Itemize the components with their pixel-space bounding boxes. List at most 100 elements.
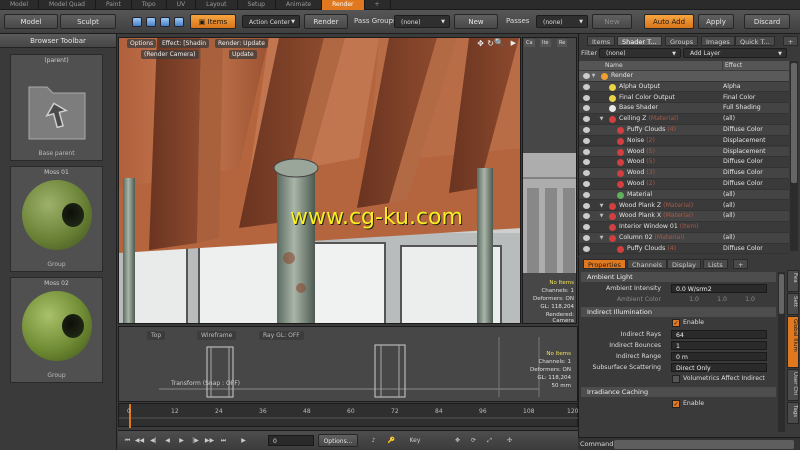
shader-panel-tab-0[interactable]: Items: [587, 36, 616, 46]
shader-panel-tab-4[interactable]: Quick T...: [735, 36, 775, 46]
shader-panel-tab-3[interactable]: Images: [701, 36, 735, 46]
shader-tree-row[interactable]: ▼ Wood Plank X (Material) (all): [579, 211, 789, 223]
transform-tool-icon[interactable]: ✣: [504, 435, 515, 446]
select-vertices-icon[interactable]: [132, 17, 142, 27]
shader-tree-row[interactable]: Wood (5) Diffuse Color: [579, 157, 789, 169]
side-tab-user-channels[interactable]: User Chi: [787, 369, 799, 401]
passes-dropdown[interactable]: (none) ▼: [536, 15, 588, 28]
shader-panel-tab-1[interactable]: Shader T...: [617, 36, 662, 46]
audio-icon[interactable]: ♪: [368, 435, 379, 446]
timeline[interactable]: 0 12 24 36 48 60 72 84 96 108 120: [118, 403, 579, 428]
visibility-eye-icon[interactable]: [583, 245, 590, 252]
ambient-color-r[interactable]: 1.0: [679, 295, 699, 305]
add-layer-dropdown[interactable]: Add Layer ▼: [683, 48, 787, 58]
ambient-color-b[interactable]: 1.0: [735, 295, 755, 305]
shader-column-name[interactable]: Name: [579, 61, 722, 70]
shader-tree-row[interactable]: Wood (3) Diffuse Color: [579, 168, 789, 179]
maximize-icon[interactable]: ✥: [477, 39, 484, 48]
irradiance-enable-checkbox[interactable]: ✓: [672, 400, 680, 408]
wireframe-viewport[interactable]: Top Wireframe Ray GL: OFF Transform (Sna…: [118, 326, 578, 402]
visibility-eye-icon[interactable]: [583, 202, 590, 209]
key-icon[interactable]: 🔑: [386, 435, 397, 446]
action-center-dropdown[interactable]: Action Center ▼: [242, 15, 300, 28]
frame-arrow-icon[interactable]: ▶: [238, 435, 249, 446]
move-tool-icon[interactable]: ✥: [452, 435, 463, 446]
goto-end-icon[interactable]: ⏭: [218, 435, 229, 446]
filter-dropdown[interactable]: (none) ▼: [599, 48, 681, 58]
properties-panel-tab-lists[interactable]: Lists: [703, 259, 728, 269]
next-frame-icon[interactable]: |▶: [190, 435, 201, 446]
items-button[interactable]: ▣ Items: [190, 14, 236, 29]
layout-tab-setup[interactable]: Setup: [238, 0, 276, 10]
layout-tab-model[interactable]: Model: [0, 0, 40, 10]
indirect-rays-field[interactable]: 64: [671, 330, 767, 339]
layout-tab-paint[interactable]: Paint: [96, 0, 132, 10]
visibility-eye-icon[interactable]: [583, 170, 590, 177]
visibility-eye-icon[interactable]: [583, 235, 590, 241]
volumetrics-affect-indirect-checkbox[interactable]: [672, 375, 680, 383]
indirect-range-field[interactable]: 0 m: [671, 352, 767, 361]
shader-tree-row[interactable]: ▼ Column 02 (Material) (all): [579, 233, 789, 244]
side-tab-global-illumination[interactable]: Global Illum: [787, 316, 799, 368]
visibility-eye-icon[interactable]: [583, 127, 590, 133]
shader-tree-row[interactable]: Material (all): [579, 189, 789, 201]
pass-groups-dropdown[interactable]: (none) ▼: [394, 15, 450, 28]
shader-tree-row[interactable]: Puffy Clouds (4) Diffuse Color: [579, 244, 789, 255]
current-frame-field[interactable]: 0: [268, 435, 314, 446]
properties-panel-tab-channels[interactable]: Channels: [627, 259, 668, 269]
properties-panel-tab-display[interactable]: Display: [667, 259, 701, 269]
add-shader-tab-icon[interactable]: +: [783, 36, 799, 46]
command-input[interactable]: [614, 440, 794, 449]
layout-tab-model-quad[interactable]: Model Quad: [39, 0, 96, 10]
browser-item-parent[interactable]: (parent) Base parent: [10, 54, 103, 161]
ambient-light-section[interactable]: Ambient Light: [581, 272, 776, 282]
browser-item-moss-02[interactable]: Moss 02 Group: [10, 277, 103, 383]
visibility-eye-icon[interactable]: [583, 83, 590, 90]
rotate-tool-icon[interactable]: ⟳: [468, 435, 479, 446]
select-polygons-icon[interactable]: [160, 17, 170, 27]
side-viewport[interactable]: Ca Ite Re No Items Channels: 1 Deformers…: [522, 37, 577, 324]
layout-tab-uv[interactable]: UV: [167, 0, 197, 10]
indirect-enable-checkbox[interactable]: ✓: [672, 319, 680, 327]
indirect-bounces-field[interactable]: 1: [671, 341, 767, 350]
sculpt-button[interactable]: Sculpt: [60, 14, 116, 29]
visibility-eye-icon[interactable]: [583, 181, 590, 187]
render-button[interactable]: Render: [304, 14, 348, 29]
shader-tree-row[interactable]: Puffy Clouds (4) Diffuse Color: [579, 125, 789, 136]
discard-button[interactable]: Discard: [744, 14, 790, 29]
side-tab-features[interactable]: Fea: [787, 270, 799, 292]
shader-tree-row[interactable]: Noise (2) Displacement: [579, 136, 789, 147]
zoom-icon[interactable]: 🔍: [494, 38, 504, 47]
shader-panel-tab-2[interactable]: Groups: [665, 36, 699, 46]
prev-key-icon[interactable]: ◀◀: [134, 435, 145, 446]
subsurface-scattering-dropdown[interactable]: Direct Only: [671, 363, 767, 372]
shader-tree-row[interactable]: ▼ Render: [579, 71, 789, 82]
reverse-play-icon[interactable]: ◀: [162, 435, 173, 446]
set-key-button[interactable]: Key: [400, 435, 430, 446]
viewport-render-update[interactable]: Render: Update: [215, 39, 268, 48]
goto-start-icon[interactable]: ⏮: [122, 435, 133, 446]
render-viewport[interactable]: Options Effect: [Shadin Render: Update (…: [118, 37, 521, 324]
shader-tree-row[interactable]: ▼ Wood Plank Z (Material) (all): [579, 201, 789, 212]
visibility-eye-icon[interactable]: [583, 191, 590, 198]
visibility-eye-icon[interactable]: [583, 159, 590, 166]
visibility-eye-icon[interactable]: [583, 105, 590, 112]
viewport-effect-dropdown[interactable]: Effect: [Shadin: [159, 39, 210, 48]
visibility-eye-icon[interactable]: [583, 116, 590, 123]
properties-panel-tab-properties[interactable]: Properties: [583, 259, 626, 269]
visibility-eye-icon[interactable]: [583, 213, 590, 220]
shader-scrollbar[interactable]: [790, 61, 798, 251]
shader-tree-row[interactable]: Base Shader Full Shading: [579, 103, 789, 115]
viewport-options-button[interactable]: Options: [127, 39, 157, 48]
side-tab-tags[interactable]: Tags: [787, 402, 799, 424]
shader-column-effect[interactable]: Effect: [723, 61, 789, 70]
shader-tree-row[interactable]: Wood (2) Diffuse Color: [579, 179, 789, 190]
new-pass-group-button[interactable]: New: [454, 14, 498, 29]
visibility-eye-icon[interactable]: [583, 137, 590, 144]
layout-tab-render[interactable]: Render: [322, 0, 365, 10]
prev-frame-icon[interactable]: ◀|: [148, 435, 159, 446]
indirect-illumination-section[interactable]: Indirect Illumination: [581, 307, 776, 317]
add-properties-tab-icon[interactable]: +: [733, 259, 749, 269]
shader-tree-row[interactable]: Wood (5) Displacement: [579, 146, 789, 158]
layout-tab-animate[interactable]: Animate: [276, 0, 323, 10]
